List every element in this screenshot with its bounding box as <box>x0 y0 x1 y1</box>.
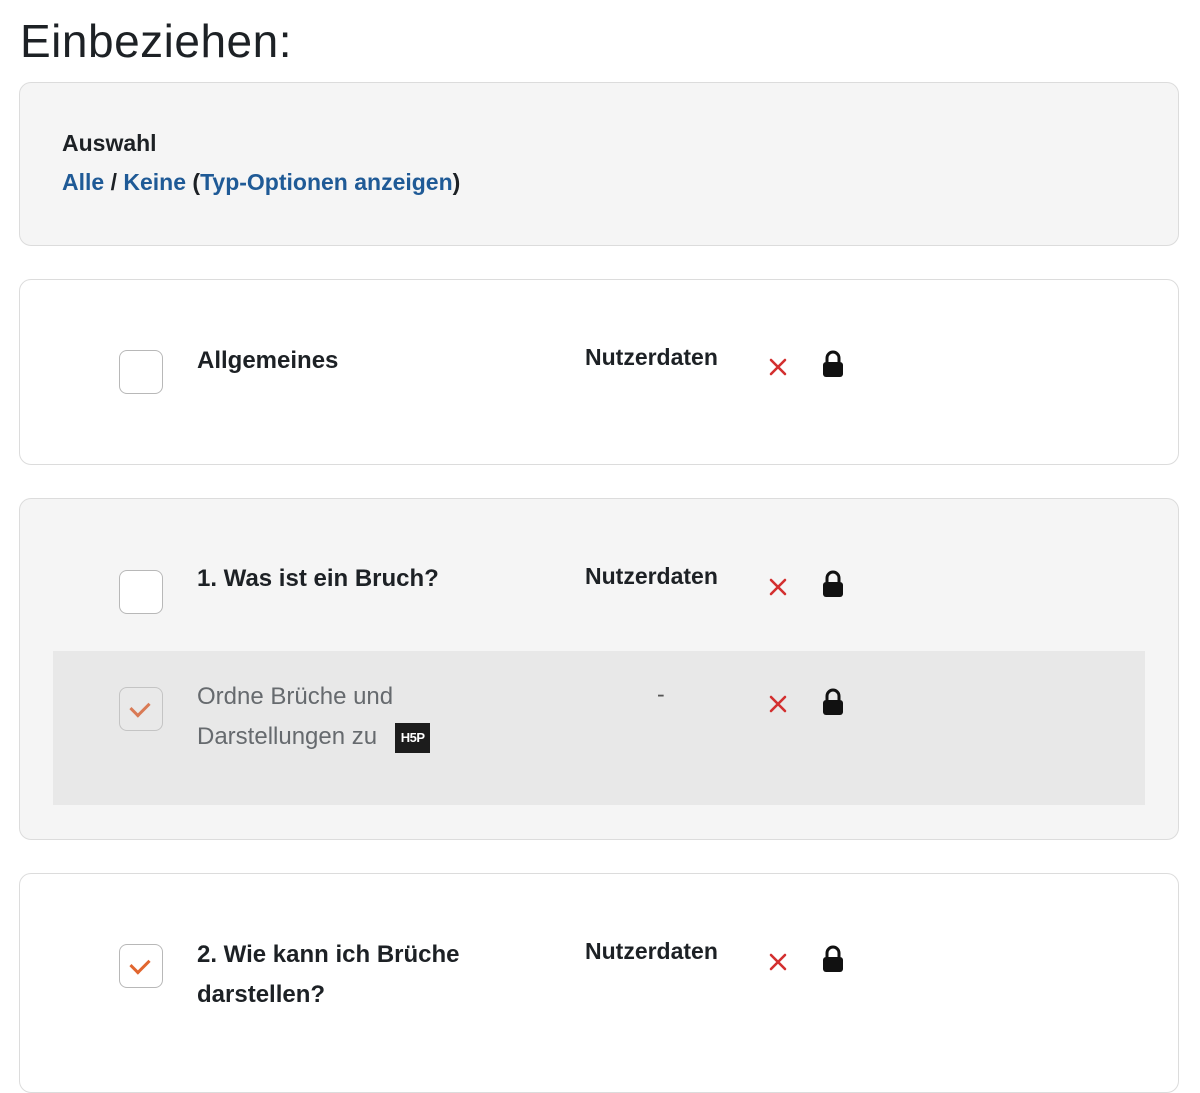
section-checkbox-darstellen[interactable] <box>119 944 163 988</box>
lock-icon[interactable] <box>821 570 845 598</box>
activity-title-line2: Darstellungen zu H5P <box>197 717 431 757</box>
user-data-label: Nutzerdaten <box>585 938 718 964</box>
x-icon[interactable] <box>768 577 788 597</box>
h5p-icon: H5P <box>395 722 431 753</box>
section-title-line1: 2. Wie kann ich Brüche <box>197 941 460 968</box>
section-checkbox-bruch[interactable] <box>119 570 163 614</box>
checkmark-icon <box>129 696 151 718</box>
checkmark-icon <box>129 953 151 975</box>
selection-heading: Auswahl <box>62 130 157 156</box>
paren-close: ) <box>452 169 461 195</box>
activity-title-text: Darstellungen zu <box>197 723 378 750</box>
selection-panel: Auswahl Alle / Keine (Typ-Optionen anzei… <box>19 82 1179 246</box>
section-card-allgemeines: Allgemeines Nutzerdaten <box>19 279 1179 465</box>
lock-icon[interactable] <box>821 688 845 716</box>
type-options-link[interactable]: Typ-Optionen anzeigen <box>200 169 453 195</box>
paren-open: ( <box>186 169 201 195</box>
x-icon[interactable] <box>768 694 788 714</box>
lock-icon[interactable] <box>821 350 845 378</box>
select-none-link[interactable]: Keine <box>123 169 186 195</box>
selection-links: Alle / Keine (Typ-Optionen anzeigen) <box>62 169 460 196</box>
user-data-label: Nutzerdaten <box>585 563 718 589</box>
select-all-link[interactable]: Alle <box>62 169 104 195</box>
x-icon[interactable] <box>768 357 788 377</box>
section-card-darstellen: 2. Wie kann ich Brüche darstellen? Nutze… <box>19 873 1179 1093</box>
x-icon[interactable] <box>768 952 788 972</box>
separator: / <box>104 169 124 195</box>
activity-row: Ordne Brüche und Darstellungen zu H5P - <box>53 651 1145 805</box>
page-title: Einbeziehen: <box>20 15 292 67</box>
user-data-label: Nutzerdaten <box>585 344 718 370</box>
section-title: Allgemeines <box>197 347 339 374</box>
section-title: 1. Was ist ein Bruch? <box>197 565 439 592</box>
activity-title-line1: Ordne Brüche und <box>197 683 394 710</box>
activity-title: Ordne Brüche und Darstellungen zu H5P <box>197 677 431 757</box>
section-title: 2. Wie kann ich Brüche darstellen? <box>197 935 460 1015</box>
user-data-label: - <box>657 681 665 707</box>
section-checkbox-allgemeines[interactable] <box>119 350 163 394</box>
section-card-bruch: 1. Was ist ein Bruch? Nutzerdaten Ordne … <box>19 498 1179 840</box>
section-title-line2: darstellen? <box>197 981 326 1008</box>
lock-icon[interactable] <box>821 945 845 973</box>
activity-checkbox[interactable] <box>119 687 163 731</box>
